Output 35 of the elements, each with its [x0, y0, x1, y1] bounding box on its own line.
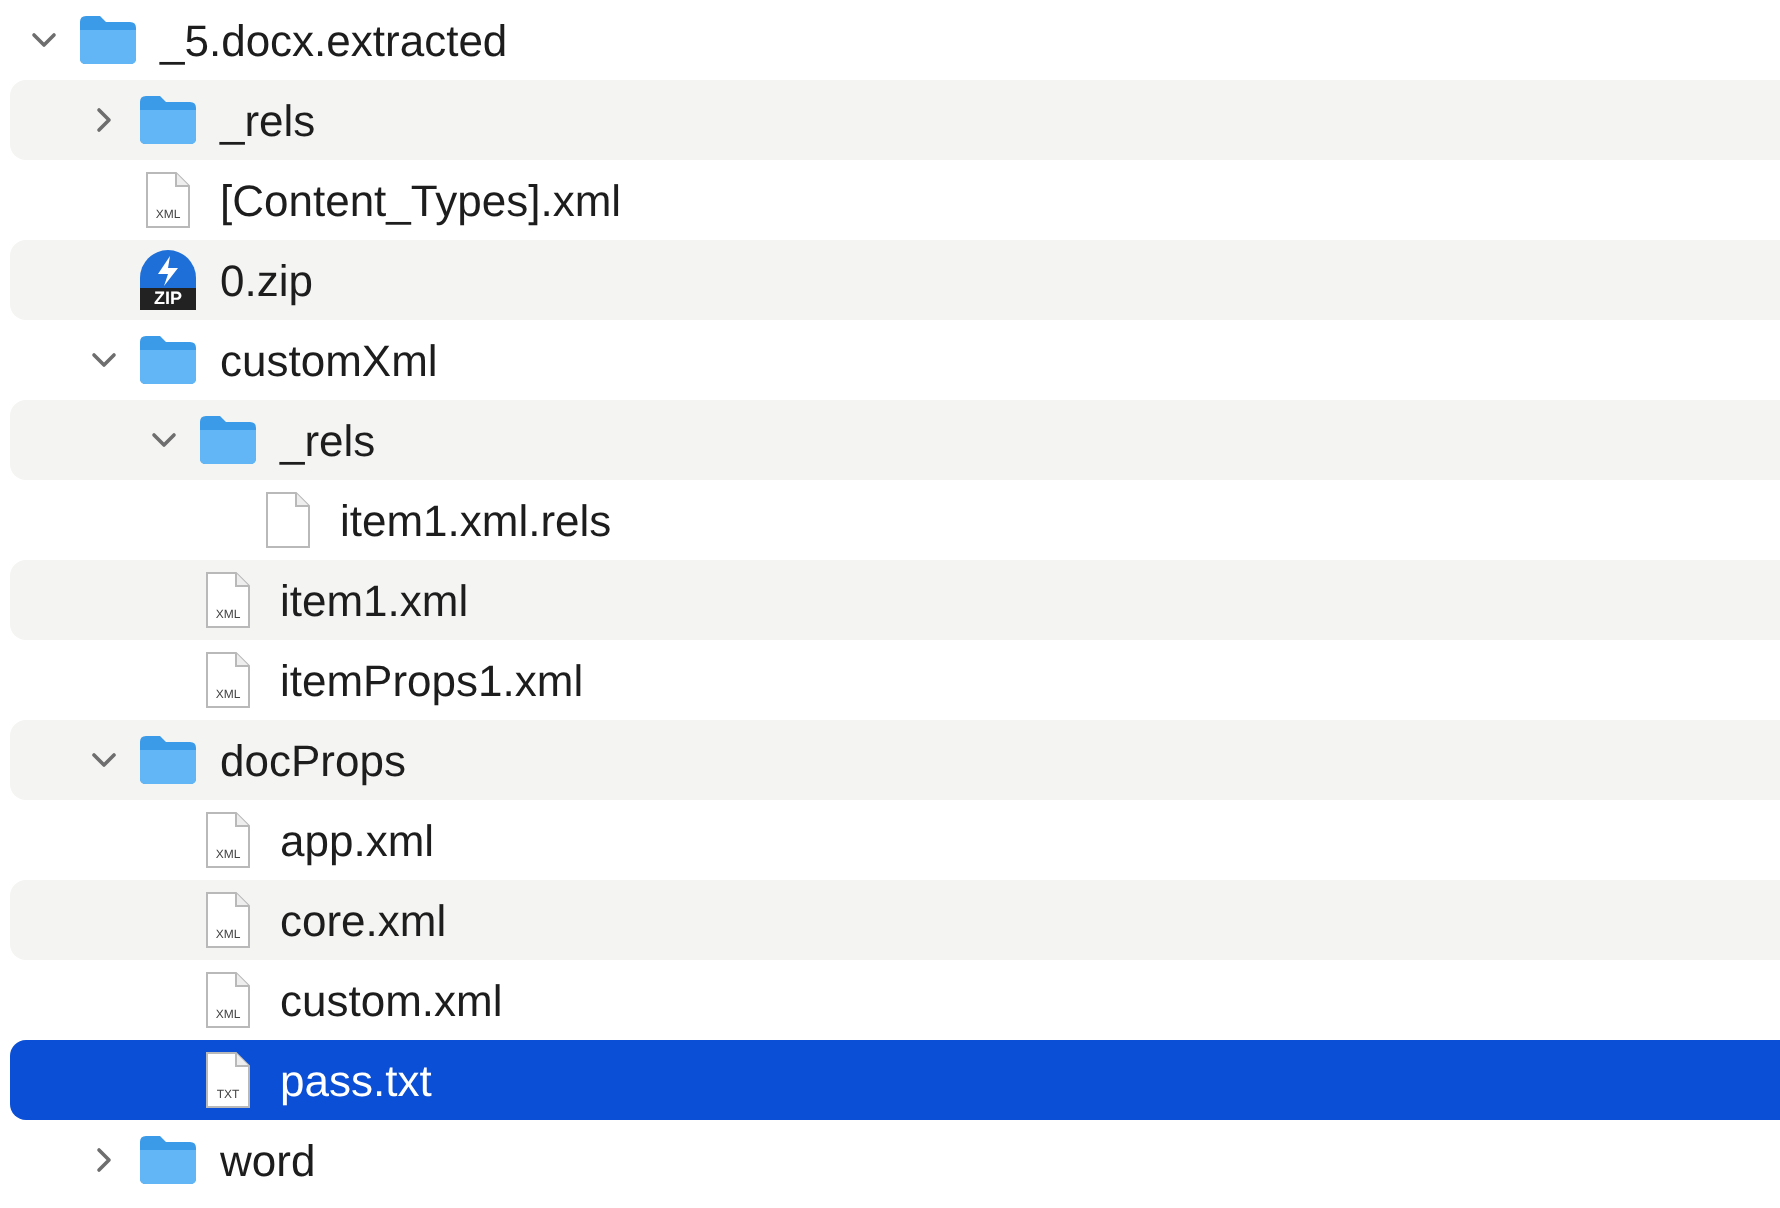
item-name: [Content_Types].xml — [220, 173, 622, 230]
archive-icon — [140, 250, 196, 288]
folder-icon — [138, 1134, 198, 1186]
document-icon — [204, 890, 252, 950]
item-name: 0.zip — [220, 253, 313, 310]
tree-row[interactable]: _rels — [10, 80, 1780, 160]
folder-icon — [78, 14, 138, 66]
document-icon — [264, 490, 312, 550]
item-name: _rels — [220, 93, 316, 149]
item-name: core.xml — [280, 893, 447, 949]
folder-icon — [138, 94, 198, 146]
document-icon — [204, 570, 252, 630]
item-name: app.xml — [280, 813, 435, 870]
document-icon — [204, 970, 252, 1030]
item-name: word — [220, 1133, 316, 1189]
folder-icon — [198, 414, 258, 466]
document-icon — [204, 810, 252, 870]
item-name: _rels — [280, 413, 376, 469]
item-name: docProps — [220, 733, 406, 790]
item-name: itemProps1.xml — [280, 653, 584, 710]
icon-label: ZIP — [140, 288, 196, 310]
item-name: item1.xml — [280, 573, 469, 629]
item-name: customXml — [220, 333, 438, 389]
item-name: _5.docx.extracted — [160, 13, 508, 69]
folder-icon — [138, 334, 198, 386]
document-icon — [204, 650, 252, 710]
tree-row[interactable]: _rels — [10, 400, 1780, 480]
document-icon — [204, 1050, 252, 1110]
item-name: custom.xml — [280, 973, 503, 1029]
document-icon — [144, 170, 192, 230]
item-name: pass.txt — [280, 1053, 432, 1110]
tree-row[interactable]: docProps — [10, 720, 1780, 800]
item-name: item1.xml.rels — [340, 493, 612, 549]
folder-icon — [138, 734, 198, 786]
tree-row[interactable]: ZIP 0.zip — [10, 240, 1780, 320]
